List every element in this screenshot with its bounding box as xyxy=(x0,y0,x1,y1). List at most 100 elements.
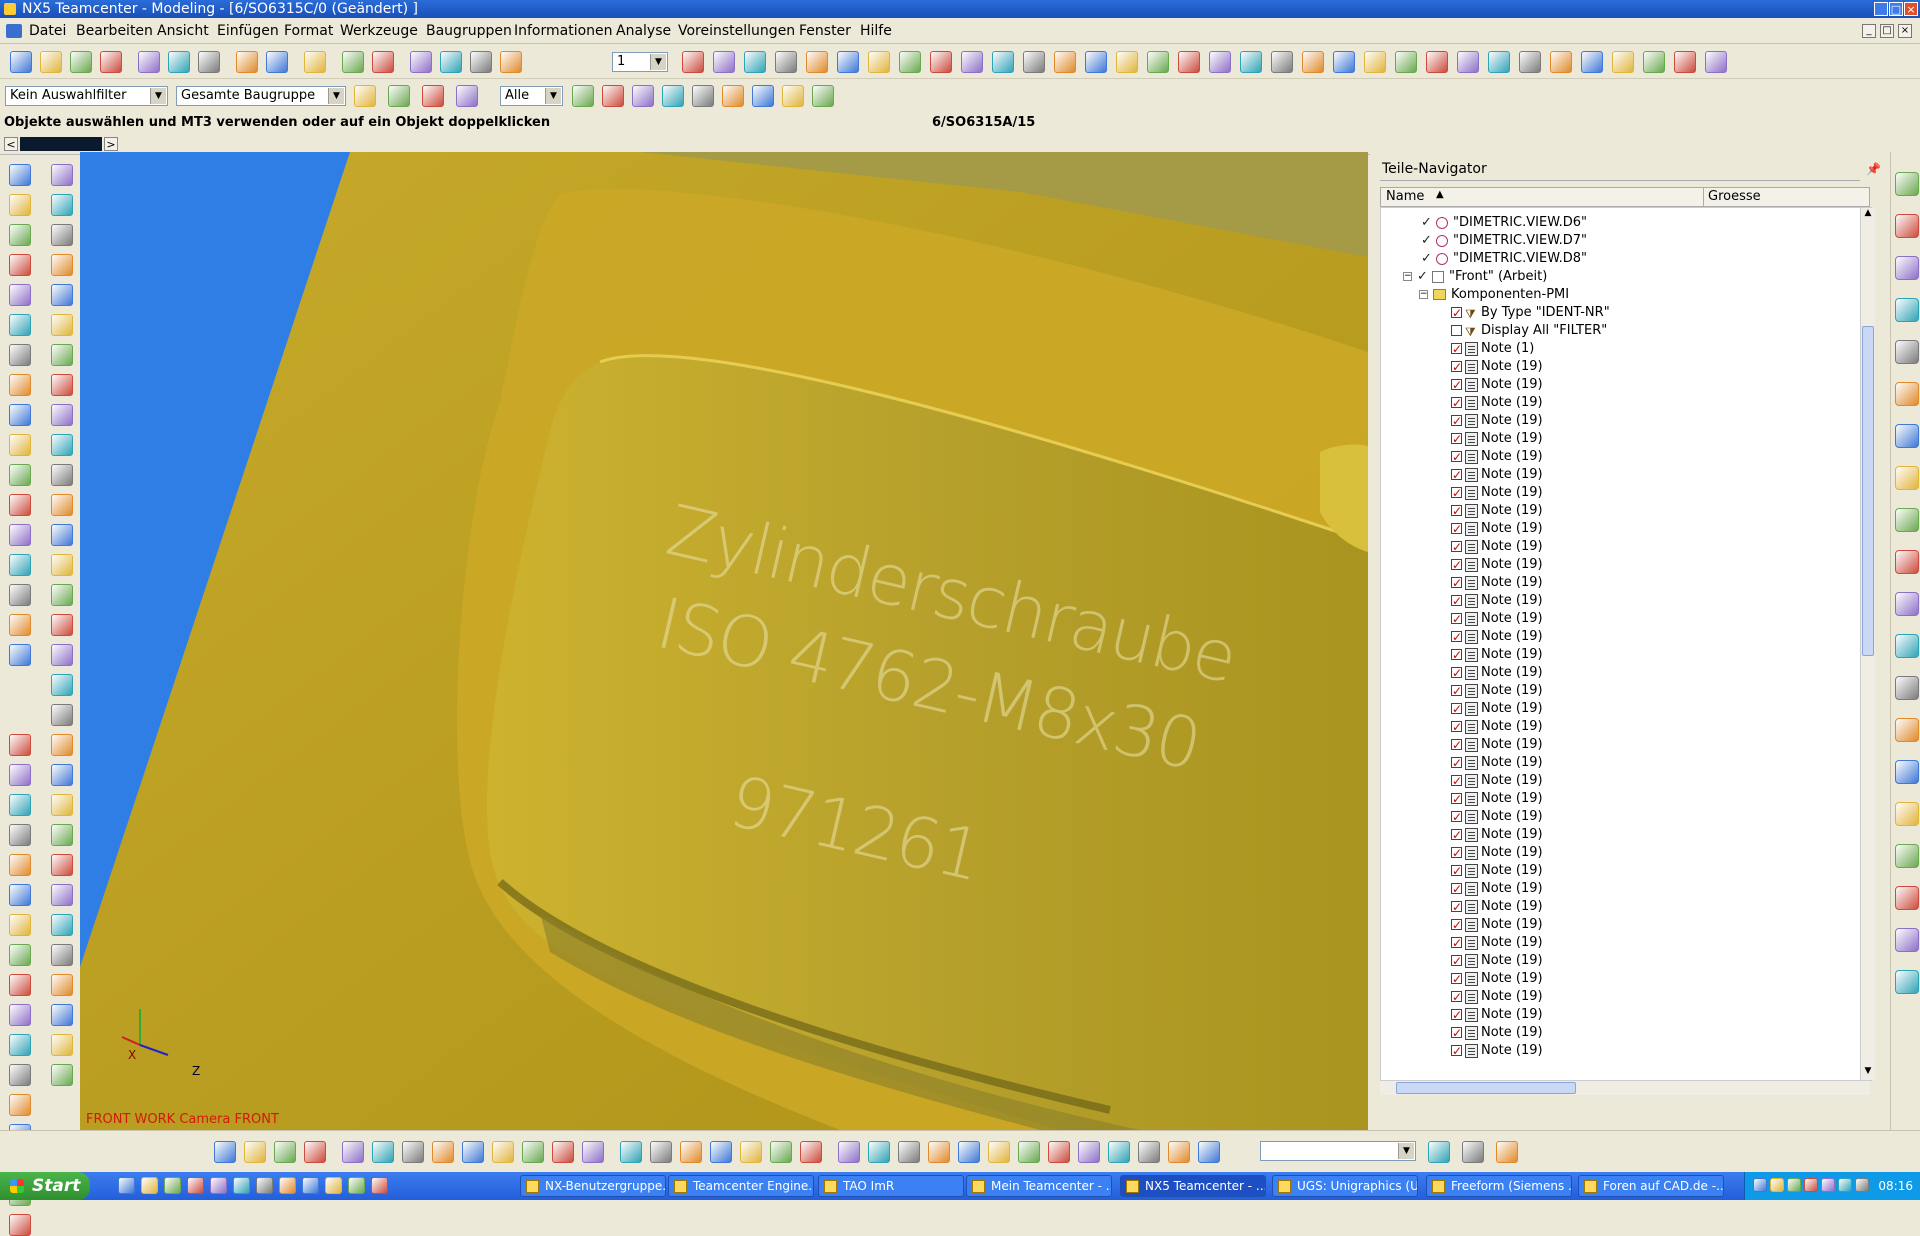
navigator-vscroll-thumb[interactable] xyxy=(1862,326,1874,656)
point-set-icon[interactable] xyxy=(440,51,462,73)
feature-tool-icon[interactable] xyxy=(9,224,31,246)
collapse-toggle-icon[interactable]: − xyxy=(1403,272,1412,281)
quick-launch-app-icon[interactable] xyxy=(302,1177,319,1194)
quick-launch-app-icon[interactable] xyxy=(233,1177,250,1194)
feature-tool-icon[interactable] xyxy=(9,644,31,666)
taskbar-task[interactable]: TAO ImR xyxy=(818,1175,964,1197)
create-array-icon[interactable] xyxy=(304,1141,326,1163)
snap-midpoint-icon[interactable] xyxy=(837,51,859,73)
tree-row-note[interactable]: Note (19) xyxy=(1381,412,1871,430)
tree-row-note[interactable]: Note (19) xyxy=(1381,754,1871,772)
kf-icon[interactable] xyxy=(1138,1141,1160,1163)
copy-icon[interactable] xyxy=(138,51,160,73)
visualization-icon[interactable] xyxy=(1895,550,1919,574)
feature-tool-icon[interactable] xyxy=(9,944,31,966)
visibility-checkbox[interactable] xyxy=(1451,682,1462,700)
tree-row-note[interactable]: Note (19) xyxy=(1381,952,1871,970)
feature-tool-icon[interactable] xyxy=(9,1034,31,1056)
feature-tool-icon[interactable] xyxy=(9,164,31,186)
tree-row-note[interactable]: Note (19) xyxy=(1381,394,1871,412)
navigator-vscrollbar[interactable]: ▲ ▼ xyxy=(1860,208,1875,1080)
history-icon[interactable] xyxy=(1895,466,1919,490)
start-button[interactable]: Start xyxy=(0,1172,90,1200)
render-style-icon[interactable] xyxy=(1395,51,1417,73)
assembly-tool-icon[interactable] xyxy=(51,194,73,216)
visibility-checkbox[interactable] xyxy=(1451,664,1462,682)
tree-row-note[interactable]: Note (19) xyxy=(1381,898,1871,916)
motion-icon[interactable] xyxy=(1078,1141,1100,1163)
snap-endpoint-icon[interactable] xyxy=(806,51,828,73)
menu-hilfe[interactable]: Hilfe xyxy=(860,23,892,39)
view-right-icon[interactable] xyxy=(1271,51,1293,73)
menu-werkzeuge[interactable]: Werkzeuge xyxy=(340,23,418,39)
assembly-tool-icon[interactable] xyxy=(51,164,73,186)
feature-tool-icon[interactable] xyxy=(9,734,31,756)
assembly-tool-icon[interactable] xyxy=(51,524,73,546)
visual-report-icon[interactable] xyxy=(1168,1141,1190,1163)
feature-tool-icon[interactable] xyxy=(9,374,31,396)
feature-tool-icon[interactable] xyxy=(9,614,31,636)
visibility-checkbox[interactable] xyxy=(1451,466,1462,484)
palette-icon[interactable] xyxy=(1895,802,1919,826)
quick-launch-app-icon[interactable] xyxy=(256,1177,273,1194)
hd3d-icon[interactable] xyxy=(1895,340,1919,364)
assembly-tool-icon[interactable] xyxy=(51,464,73,486)
visibility-checkbox[interactable] xyxy=(1451,718,1462,736)
wave-geometry-icon[interactable] xyxy=(552,1141,574,1163)
cylinder-icon[interactable] xyxy=(1895,886,1919,910)
visibility-checkbox[interactable] xyxy=(1451,304,1462,322)
doc-restore-button[interactable]: □ xyxy=(1880,24,1894,38)
feature-tool-icon[interactable] xyxy=(9,494,31,516)
roles-icon[interactable] xyxy=(1895,592,1919,616)
quick-launch-app-icon[interactable] xyxy=(141,1177,158,1194)
layer-visible-icon[interactable] xyxy=(713,51,735,73)
snap-quadrant-icon[interactable] xyxy=(930,51,952,73)
visibility-checkbox[interactable] xyxy=(1451,808,1462,826)
visibility-checkbox[interactable] xyxy=(1451,610,1462,628)
view-iso-icon[interactable] xyxy=(1302,51,1324,73)
visibility-checkbox[interactable] xyxy=(1451,790,1462,808)
fit-icon[interactable] xyxy=(1023,51,1045,73)
assembly-tool-icon[interactable] xyxy=(51,1004,73,1026)
taskbar-task[interactable]: Freeform (Siemens ... xyxy=(1426,1175,1572,1197)
collapse-toggle-icon[interactable]: − xyxy=(1419,290,1428,299)
undo-selection-icon[interactable] xyxy=(572,85,594,107)
visibility-checkbox[interactable] xyxy=(1451,394,1462,412)
assembly-tool-icon[interactable] xyxy=(51,914,73,936)
assembly-tool-icon[interactable] xyxy=(51,554,73,576)
tray-app-icon[interactable] xyxy=(1838,1178,1852,1192)
visibility-check-icon[interactable]: ✓ xyxy=(1421,232,1432,250)
visibility-checkbox[interactable] xyxy=(1451,1042,1462,1060)
knowledge-icon[interactable] xyxy=(1895,760,1919,784)
replace-component-icon[interactable] xyxy=(342,1141,364,1163)
layer-settings-icon[interactable] xyxy=(682,51,704,73)
envelope-icon[interactable] xyxy=(740,1141,762,1163)
visibility-checkbox[interactable] xyxy=(1451,772,1462,790)
reposition-icon[interactable] xyxy=(432,1141,454,1163)
tagged-icon[interactable] xyxy=(1018,1141,1040,1163)
taskbar-task[interactable]: Teamcenter Engine... xyxy=(668,1175,814,1197)
part-navigator-icon[interactable] xyxy=(1895,256,1919,280)
shaded-icon[interactable] xyxy=(1364,51,1386,73)
visibility-checkbox[interactable] xyxy=(1451,412,1462,430)
assembly-sequencing-icon[interactable] xyxy=(1895,676,1919,700)
visibility-checkbox[interactable] xyxy=(1451,448,1462,466)
feature-tool-icon[interactable] xyxy=(9,464,31,486)
datum-icon[interactable] xyxy=(372,51,394,73)
menu-informationen[interactable]: Informationen xyxy=(514,23,613,39)
navigator-hscrollbar[interactable] xyxy=(1380,1080,1870,1095)
quick-launch-app-icon[interactable] xyxy=(118,1177,135,1194)
visibility-checkbox[interactable] xyxy=(1451,952,1462,970)
tree-row-note[interactable]: Note (19) xyxy=(1381,862,1871,880)
visibility-checkbox[interactable] xyxy=(1451,862,1462,880)
tree-row-note[interactable]: Note (19) xyxy=(1381,592,1871,610)
taskbar-task[interactable]: UGS: Unigraphics (U... xyxy=(1272,1175,1418,1197)
tree-row[interactable]: ✓ "DIMETRIC.VIEW.D7" xyxy=(1381,232,1871,250)
save-icon[interactable] xyxy=(70,51,92,73)
menu-fenster[interactable]: Fenster xyxy=(799,23,851,39)
component-icon[interactable] xyxy=(1581,51,1603,73)
save-as-icon[interactable] xyxy=(100,51,122,73)
tree-row-note[interactable]: Note (19) xyxy=(1381,934,1871,952)
menu-datei[interactable]: Datei xyxy=(29,23,66,39)
tree-row-note[interactable]: Note (19) xyxy=(1381,772,1871,790)
